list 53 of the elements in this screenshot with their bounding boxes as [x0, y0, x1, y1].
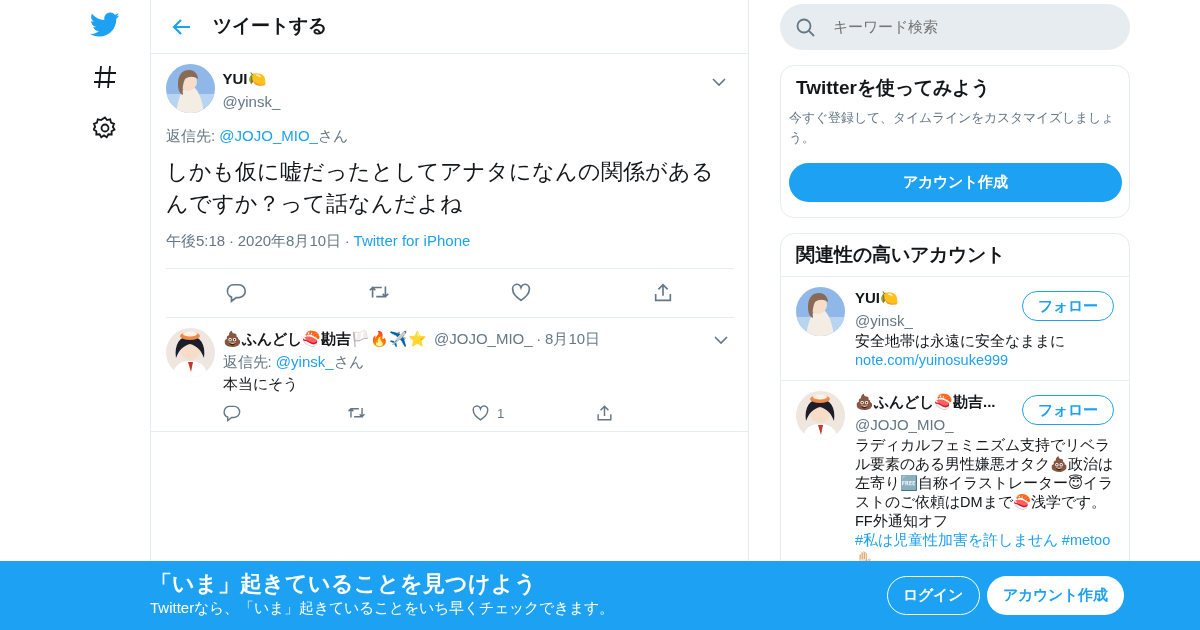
- like-count: 1: [497, 404, 505, 423]
- avatar[interactable]: [796, 391, 845, 441]
- share-icon[interactable]: [652, 282, 674, 304]
- banner-text: Twitterなら、「いま」起きていることをいち早くチェックできます。: [150, 598, 615, 619]
- reply-icon[interactable]: [222, 403, 242, 423]
- separator: ·: [536, 329, 542, 349]
- bio-link[interactable]: #私は児童性加害を許しません: [855, 532, 1059, 549]
- bio-link[interactable]: #metoo: [1061, 532, 1111, 549]
- page-title: ツイートする: [213, 15, 327, 38]
- user-handle[interactable]: @JOJO_MIO_: [434, 328, 533, 351]
- search-icon: [796, 17, 815, 37]
- user-handle[interactable]: @yinsk_: [855, 309, 913, 333]
- heart-icon[interactable]: [470, 403, 490, 423]
- chevron-down-icon[interactable]: [712, 77, 726, 87]
- banner-title: 「いま」起きていることを見つけよう: [150, 571, 538, 598]
- signup-button[interactable]: アカウント作成: [788, 162, 1122, 202]
- tweet-date[interactable]: 8月10日: [545, 328, 601, 351]
- card-title: Twitterを使ってみよう: [795, 76, 991, 101]
- card-text: 今すぐ登録して、タイムラインをカスタマイズしましょう。: [788, 108, 1115, 147]
- signup-button[interactable]: アカウント作成: [987, 576, 1124, 615]
- user-handle[interactable]: @JOJO_MIO_: [855, 413, 996, 437]
- user-name[interactable]: YUI🍋: [855, 287, 913, 310]
- tweet-time: 午後5:18: [166, 230, 226, 251]
- separator: ·: [344, 230, 350, 251]
- card-title: 関連性の高いアカウント: [781, 233, 1129, 278]
- settings-icon[interactable]: [93, 116, 117, 140]
- reply-to-text: 返信先: @JOJO_MIO_さん: [166, 126, 349, 146]
- tweet-text: 本当にそう: [222, 374, 299, 394]
- reply-to-text: 返信先: @yinsk_さん: [222, 351, 365, 372]
- tweet-text: しかも仮に嘘だったとしてアナタになんの関係があるんですか？って話なんだよね: [166, 157, 715, 218]
- back-arrow-icon[interactable]: [171, 17, 191, 36]
- separator: ·: [228, 230, 234, 251]
- avatar[interactable]: [166, 328, 215, 377]
- user-name[interactable]: YUI🍋: [222, 68, 712, 91]
- follow-button[interactable]: フォロー: [1022, 395, 1114, 426]
- mention-link[interactable]: @JOJO_MIO_: [219, 127, 318, 144]
- share-icon[interactable]: [594, 403, 614, 423]
- user-name[interactable]: 💩ふんどし🍣勘吉...: [855, 391, 996, 414]
- source-link[interactable]: Twitter for iPhone: [353, 229, 471, 252]
- follow-button[interactable]: フォロー: [1022, 291, 1114, 322]
- chevron-down-icon[interactable]: [714, 335, 728, 345]
- reply-icon[interactable]: [226, 282, 248, 304]
- search-field[interactable]: キーワード検索: [831, 14, 1091, 40]
- user-bio: 安全地帯は永遠に安全なままに note.com/yuinosuke999: [855, 332, 1066, 371]
- bio-link[interactable]: note.com/yuinosuke999: [855, 352, 1009, 369]
- user-name[interactable]: 💩ふんどし🍣勘吉🏳🔥✈⭐: [222, 328, 427, 351]
- hashtag-icon[interactable]: [93, 64, 117, 90]
- mention-link[interactable]: @yinsk_: [275, 352, 334, 370]
- heart-icon[interactable]: [510, 282, 532, 304]
- tweet-date: 2020年8月10日: [237, 230, 342, 251]
- user-handle[interactable]: @yinsk_: [222, 90, 712, 113]
- bird-logo-icon[interactable]: [90, 12, 120, 38]
- search-bar[interactable]: キーワード検索: [780, 4, 1130, 50]
